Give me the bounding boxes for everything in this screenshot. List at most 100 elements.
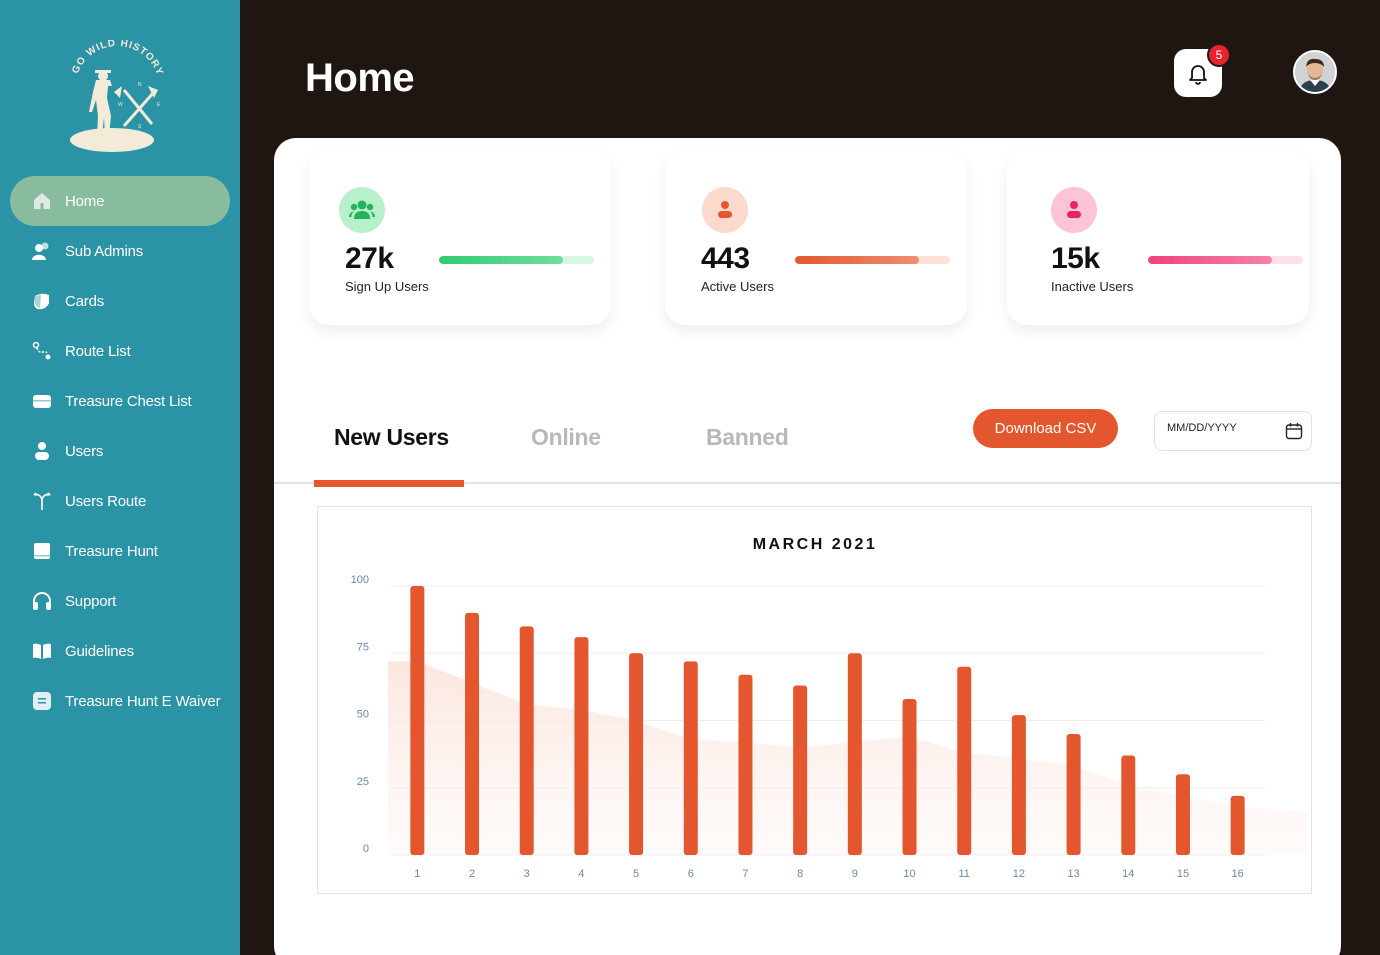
chart-x-axis: 1 2 3 4 5 6 7 8 9 10 11 12 13 14 15 16 [414, 868, 1244, 880]
branch-route-icon [32, 491, 52, 511]
chart-bar [1121, 755, 1136, 855]
chart-bar [410, 586, 425, 855]
sidebar-item-label: Users [65, 442, 104, 460]
sidebar-item-users[interactable]: Users [10, 426, 230, 476]
stat-value: 15k [1051, 242, 1100, 275]
x-tick-label: 11 [959, 868, 970, 880]
route-icon [32, 341, 52, 361]
chart-bar [629, 653, 644, 855]
sidebar-item-cards[interactable]: Cards [10, 276, 230, 326]
x-tick-label: 12 [1013, 868, 1025, 880]
sidebar-item-sub-admins[interactable]: Sub Admins [10, 226, 230, 276]
sidebar-item-label: Sub Admins [65, 242, 144, 260]
bell-icon [1189, 65, 1207, 85]
date-input[interactable] [1167, 422, 1277, 434]
sidebar-item-label: Treasure Chest List [65, 392, 192, 410]
svg-text:S: S [138, 124, 142, 130]
chart-bar [1011, 715, 1026, 855]
tab-online[interactable]: Online [531, 424, 601, 451]
chart-bar [957, 666, 972, 855]
tab-banned[interactable]: Banned [706, 424, 789, 451]
user-icon [32, 441, 52, 461]
chart-bar [683, 661, 698, 855]
stat-label: Inactive Users [1051, 279, 1134, 294]
sidebar-item-label: Route List [65, 342, 131, 360]
download-csv-button[interactable]: Download CSV [973, 409, 1118, 448]
card-icon [32, 291, 52, 311]
x-tick-label: 3 [524, 868, 530, 880]
page-title: Home [305, 56, 415, 100]
sidebar-item-treasure-chest-list[interactable]: Treasure Chest List [10, 376, 230, 426]
svg-text:N: N [138, 82, 142, 88]
chart-bar [465, 612, 480, 855]
x-tick-label: 5 [633, 868, 639, 880]
sidebar-item-route-list[interactable]: Route List [10, 326, 230, 376]
sidebar-item-treasure-hunt[interactable]: Treasure Hunt [10, 526, 230, 576]
sidebar-item-users-route[interactable]: Users Route [10, 476, 230, 526]
headphones-icon [32, 591, 52, 611]
x-tick-label: 9 [852, 868, 858, 880]
x-tick-label: 7 [742, 868, 748, 880]
sidebar-item-label: Cards [65, 292, 105, 310]
stat-card-sign-up-users: 27k Sign Up Users [309, 150, 611, 325]
user-icon [1051, 187, 1097, 233]
y-tick-label: 25 [357, 776, 369, 788]
hunt-icon [32, 541, 52, 561]
sidebar-item-label: Support [65, 592, 117, 610]
users-group-icon [339, 187, 385, 233]
users-group-icon [32, 241, 52, 261]
chest-icon [32, 391, 52, 411]
chart-bar [1175, 774, 1190, 855]
sidebar-item-guidelines[interactable]: Guidelines [10, 626, 230, 676]
svg-text:GO WILD HISTORY: GO WILD HISTORY [70, 40, 165, 77]
avatar-image [1295, 52, 1335, 92]
chart-bar [847, 653, 862, 855]
y-tick-label: 0 [363, 843, 369, 855]
notification-count-badge: 5 [1207, 43, 1231, 67]
chart-bar [574, 637, 589, 855]
x-tick-label: 13 [1067, 868, 1079, 880]
sidebar-item-treasure-hunt-e-waiver[interactable]: Treasure Hunt E Waiver [10, 676, 230, 726]
y-tick-label: 100 [351, 574, 369, 586]
chart-bar [1066, 733, 1081, 855]
user-avatar[interactable] [1293, 50, 1337, 94]
tab-new-users[interactable]: New Users [334, 424, 449, 451]
stat-progress-bar [795, 256, 950, 264]
stat-card-inactive-users: 15k Inactive Users [1007, 150, 1309, 325]
stat-card-active-users: 443 Active Users [665, 150, 967, 325]
logo-text: GO WILD HISTORY [70, 40, 164, 77]
stat-progress-bar [439, 256, 594, 264]
date-picker[interactable] [1154, 411, 1312, 451]
sidebar-nav: Home Sub Admins Cards Route List Treasur… [10, 176, 230, 726]
x-tick-label: 6 [688, 868, 694, 880]
stat-label: Sign Up Users [345, 279, 429, 294]
stat-value: 443 [701, 242, 750, 275]
sidebar-item-label: Users Route [65, 492, 147, 510]
x-tick-label: 10 [903, 868, 915, 880]
chart-title: MARCH 2021 [753, 536, 878, 553]
y-tick-label: 50 [357, 709, 369, 721]
chart-y-axis: 0 25 50 75 100 [351, 574, 369, 855]
svg-text:W: W [118, 102, 123, 108]
sidebar: GO WILD HISTORY N W E S Home Sub Admins [0, 0, 240, 955]
chart-bar [519, 626, 534, 855]
chart-bar [902, 698, 917, 855]
new-users-bar-chart: MARCH 2021 0255075100 1 2 3 4 5 6 7 8 9 10 11 12 13 1… [351, 536, 1307, 880]
x-tick-label: 14 [1122, 868, 1134, 880]
x-tick-label: 4 [578, 868, 584, 880]
stat-value: 27k [345, 242, 394, 275]
y-tick-label: 75 [357, 641, 369, 653]
book-icon [32, 641, 52, 661]
sidebar-item-support[interactable]: Support [10, 576, 230, 626]
go-wild-history-logo[interactable]: GO WILD HISTORY N W E S [62, 40, 172, 158]
stat-label: Active Users [701, 279, 774, 294]
chart-bar [1230, 795, 1245, 855]
svg-text:E: E [157, 102, 161, 108]
chart-bar [738, 674, 753, 855]
sidebar-item-home[interactable]: Home [10, 176, 230, 226]
x-tick-label: 8 [797, 868, 803, 880]
x-tick-label: 15 [1177, 868, 1189, 880]
sidebar-item-label: Home [65, 192, 105, 210]
calendar-icon[interactable] [1285, 422, 1303, 440]
x-tick-label: 16 [1232, 868, 1244, 880]
